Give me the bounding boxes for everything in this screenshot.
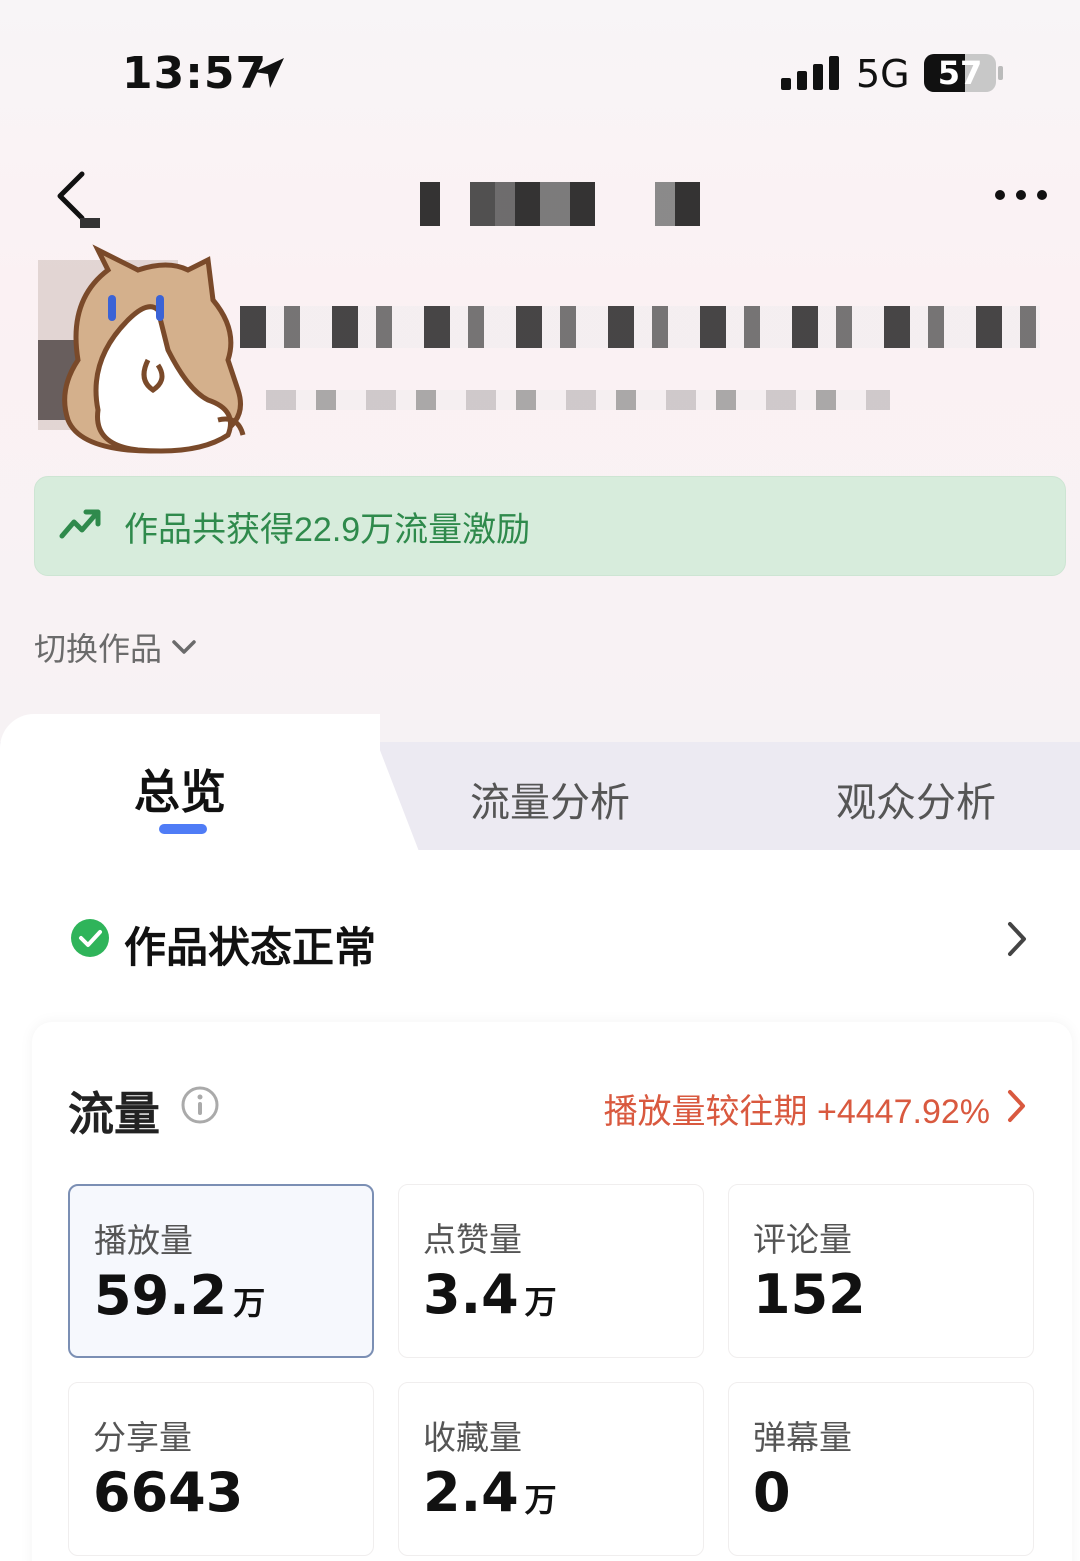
metric-danmaku[interactable]: 弹幕量 0 [728,1382,1034,1556]
network-type: 5G [856,52,910,96]
tab-active-indicator [159,824,207,834]
metric-label: 收藏量 [423,1418,522,1457]
video-meta-redacted [266,390,890,410]
incentive-text: 作品共获得22.9万流量激励 [124,511,531,549]
info-icon[interactable] [180,1085,220,1125]
signal-icon [781,56,839,90]
chevron-down-icon [172,640,196,654]
metric-plays[interactable]: 播放量 59.2 万 [68,1184,374,1358]
battery-icon: 57 [924,54,996,92]
metric-favorites[interactable]: 收藏量 2.4 万 [398,1382,704,1556]
metric-value: 3.4 万 [423,1263,557,1326]
video-title-redacted [240,306,1040,348]
location-arrow-icon [254,58,284,88]
switch-work-button[interactable]: 切换作品 [34,624,198,670]
check-circle-icon [71,919,109,957]
metric-label: 播放量 [94,1221,193,1260]
metric-label: 弹幕量 [753,1418,852,1457]
back-button[interactable] [52,168,102,228]
metric-likes[interactable]: 点赞量 3.4 万 [398,1184,704,1358]
status-time: 13:57 [122,48,268,99]
metric-label: 评论量 [753,1220,852,1259]
trending-up-icon [59,509,101,539]
more-button[interactable] [990,184,1052,206]
tab-audience-analysis[interactable]: 观众分析 [836,770,996,828]
metric-label: 分享量 [93,1418,192,1457]
metric-label: 点赞量 [423,1220,522,1259]
metric-value: 59.2 万 [94,1264,266,1327]
battery-level: 57 [937,54,983,92]
metric-value: 152 [753,1263,866,1326]
work-status-text: 作品状态正常 [124,923,377,972]
switch-work-label: 切换作品 [34,630,163,668]
metric-value: 6643 [93,1461,244,1524]
battery-tip [998,66,1003,80]
tab-overview[interactable]: 总览 [134,756,226,822]
metric-shares[interactable]: 分享量 6643 [68,1382,374,1556]
metric-value: 2.4 万 [423,1461,557,1524]
chevron-right-icon[interactable] [1004,920,1030,958]
metric-value: 0 [753,1461,791,1524]
video-thumbnail[interactable] [38,240,260,470]
play-compare-link[interactable]: 播放量较往期 +4447.92% [604,1084,990,1133]
page-title-redacted [420,182,710,226]
metric-comments[interactable]: 评论量 152 [728,1184,1034,1358]
tab-traffic-analysis[interactable]: 流量分析 [470,770,630,828]
chevron-right-icon[interactable] [1006,1088,1028,1124]
traffic-section-title: 流量 [68,1087,160,1141]
